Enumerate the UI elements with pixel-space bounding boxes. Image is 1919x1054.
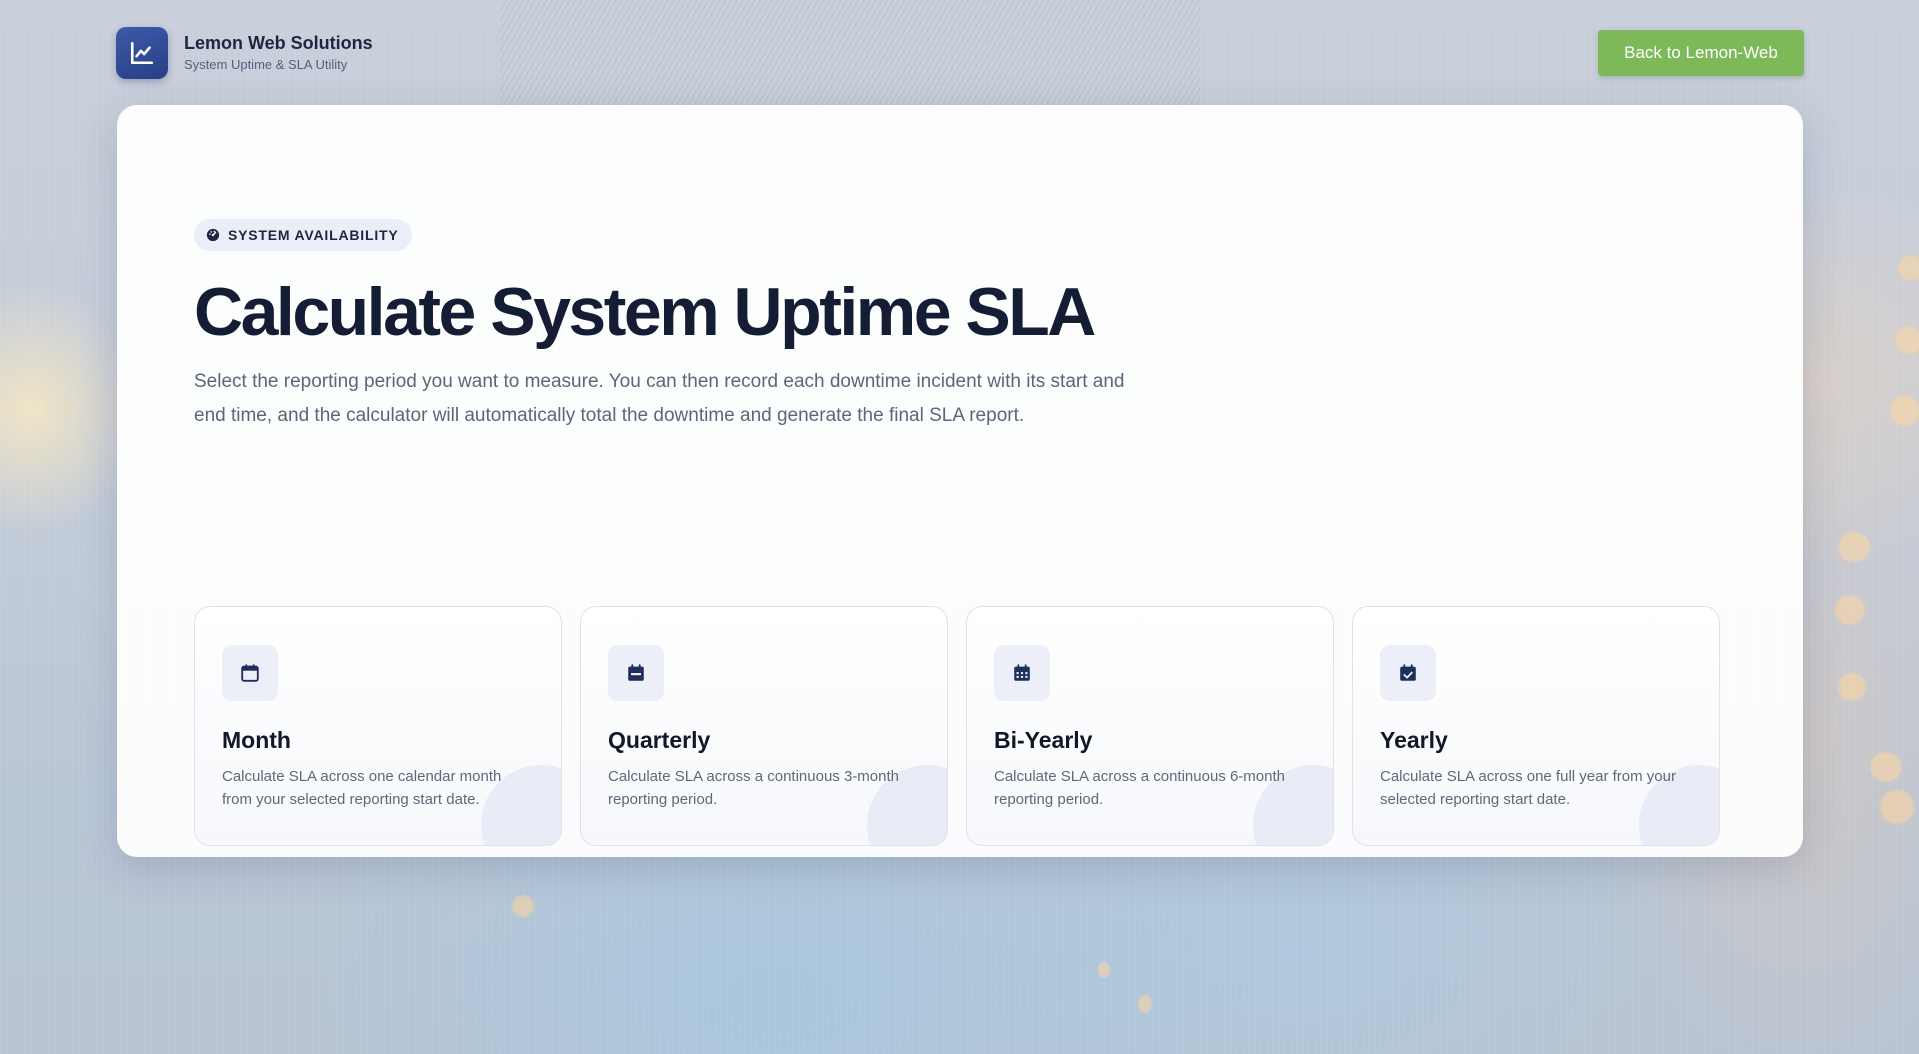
calendar-icon	[222, 645, 278, 701]
option-description: Calculate SLA across a continuous 3-mont…	[608, 768, 899, 808]
option-quarterly[interactable]: Quarterly Calculate SLA across a continu…	[580, 606, 948, 846]
bokeh-light	[1835, 595, 1865, 625]
bokeh-light	[1838, 673, 1866, 701]
option-description: Calculate SLA across one calendar month …	[222, 768, 502, 808]
brand-subtitle: System Uptime & SLA Utility	[184, 57, 348, 72]
bokeh-light	[1138, 995, 1152, 1013]
page-description: Select the reporting period you want to …	[194, 371, 1125, 426]
option-month[interactable]: Month Calculate SLA across one calendar …	[194, 606, 562, 846]
bokeh-light	[1880, 790, 1914, 824]
bokeh-light	[1870, 752, 1902, 782]
option-description: Calculate SLA across a continuous 6-mont…	[994, 768, 1285, 808]
brand: Lemon Web Solutions System Uptime & SLA …	[116, 27, 373, 79]
period-options: Month Calculate SLA across one calendar …	[194, 606, 1720, 846]
background-mesh	[500, 0, 1200, 110]
bokeh-light	[1838, 532, 1870, 562]
main-card: SYSTEM AVAILABILITY Calculate System Upt…	[117, 105, 1803, 857]
badge-label: SYSTEM AVAILABILITY	[228, 227, 399, 243]
bokeh-light	[1898, 255, 1919, 281]
bokeh-light	[1890, 396, 1919, 426]
bokeh-light	[1098, 962, 1110, 978]
option-bi-yearly[interactable]: Bi-Yearly Calculate SLA across a continu…	[966, 606, 1334, 846]
gauge-icon	[206, 228, 220, 242]
option-title: Bi-Yearly	[994, 727, 1093, 753]
calendar-check-icon	[1380, 645, 1436, 701]
calendar-bar-icon	[608, 645, 664, 701]
option-title: Quarterly	[608, 727, 711, 753]
calendar-grid-icon	[994, 645, 1050, 701]
option-yearly[interactable]: Yearly Calculate SLA across one full yea…	[1352, 606, 1720, 846]
option-title: Yearly	[1380, 727, 1448, 753]
page-title: Calculate System Uptime SLA	[194, 274, 1096, 350]
brand-name: Lemon Web Solutions	[184, 33, 373, 53]
bokeh-light	[512, 895, 534, 917]
line-chart-icon	[116, 27, 168, 79]
option-title: Month	[222, 727, 291, 753]
back-to-lemon-web-button[interactable]: Back to Lemon-Web	[1598, 30, 1804, 76]
option-description: Calculate SLA across one full year from …	[1380, 768, 1676, 808]
bokeh-light	[1895, 326, 1919, 354]
section-badge: SYSTEM AVAILABILITY	[194, 219, 412, 251]
